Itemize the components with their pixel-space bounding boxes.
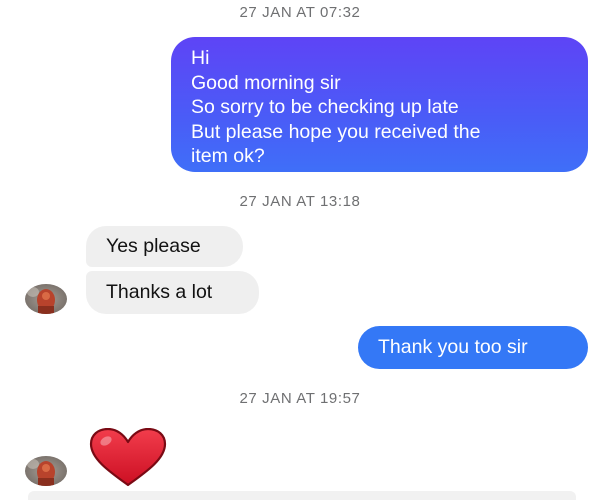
incoming-message-bubble[interactable]: Yes please — [86, 226, 243, 267]
chat-thread: 27 JAN AT 07:32 Hi Good morning sir So s… — [0, 0, 600, 500]
message-text: Thank you too sir — [378, 336, 528, 358]
contact-avatar[interactable] — [25, 456, 67, 486]
contact-avatar[interactable] — [25, 284, 67, 314]
message-text: Yes please — [106, 235, 201, 257]
message-composer[interactable] — [28, 491, 576, 500]
outgoing-message-bubble[interactable]: Thank you too sir — [358, 326, 588, 369]
outgoing-message-bubble[interactable]: Hi Good morning sir So sorry to be check… — [171, 37, 588, 172]
timestamp: 27 JAN AT 19:57 — [239, 390, 361, 407]
heart-emoji[interactable] — [88, 428, 168, 488]
timestamp: 27 JAN AT 07:32 — [239, 4, 361, 21]
message-line: Hi — [191, 47, 210, 69]
message-line: item ok? — [191, 145, 265, 167]
timestamp: 27 JAN AT 13:18 — [239, 193, 361, 210]
message-line: Good morning sir — [191, 71, 341, 94]
message-line: So sorry to be checking up late — [191, 96, 459, 118]
incoming-message-bubble[interactable]: Thanks a lot — [86, 271, 259, 314]
message-line: But please hope you received the — [191, 120, 481, 143]
message-text: Thanks a lot — [106, 281, 213, 303]
